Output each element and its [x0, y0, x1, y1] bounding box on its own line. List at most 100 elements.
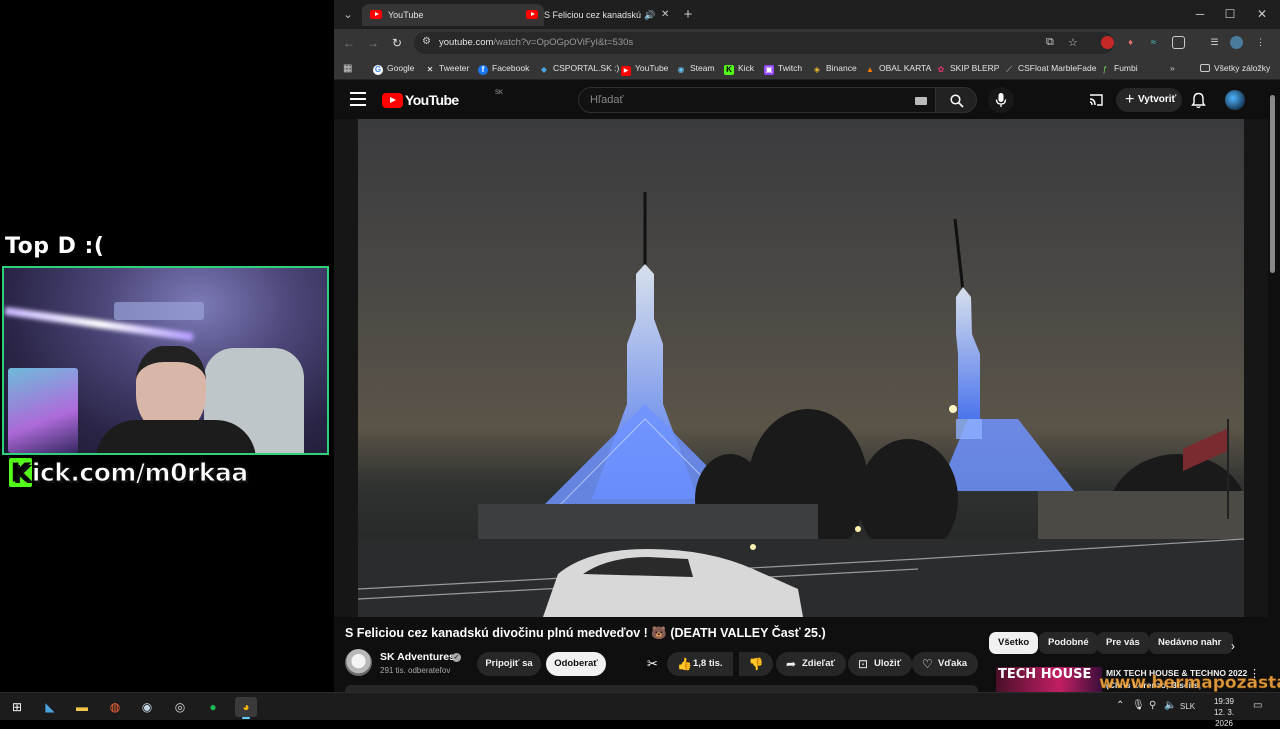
usb-tray-icon[interactable]: ⚲	[1149, 700, 1156, 711]
steam-taskbar-icon[interactable]: ◉	[136, 697, 158, 717]
bookmark-icon: ⊡	[858, 657, 869, 671]
tab-video[interactable]: S Feliciou cez kanadskú div 🔊 ✕	[518, 4, 678, 26]
search-input[interactable]: Hľadať	[578, 87, 936, 113]
kick-icon: K	[724, 65, 734, 75]
notifications-bell-icon[interactable]	[1191, 92, 1206, 114]
bookmark-steam[interactable]: ◉ Steam	[676, 61, 715, 76]
install-app-icon[interactable]: ⧉	[1046, 36, 1054, 49]
steam-icon: ◉	[677, 65, 685, 74]
bookmark-youtube[interactable]: ▶ YouTube	[621, 61, 668, 76]
windows-start-icon[interactable]: ⊞	[6, 697, 28, 717]
browser-toolbar: ← → ↻ ⚙ youtube.com/watch?v=OpOGpOViFyI&…	[334, 29, 1280, 57]
obal-icon: ▲	[866, 65, 874, 74]
save-button[interactable]: ⊡ Uložiť	[848, 652, 913, 676]
microphone-tray-icon[interactable]: 🎙	[1132, 700, 1145, 711]
bookmark-csfloat[interactable]: ⟋ CSFloat MarbleFade	[1004, 61, 1096, 76]
tab-audio-icon[interactable]: 🔊	[644, 4, 655, 26]
extensions-puzzle-icon[interactable]	[1172, 36, 1185, 49]
hamburger-menu-icon[interactable]	[350, 92, 366, 106]
tab-youtube[interactable]: YouTube ✕	[362, 4, 544, 26]
extension-teal-icon[interactable]: ≈	[1147, 36, 1160, 49]
video-title: S Feliciou cez kanadskú divočinu plnú me…	[345, 626, 826, 640]
file-explorer-icon[interactable]: ▬	[71, 697, 93, 717]
create-button[interactable]: + Vytvoriť	[1116, 88, 1182, 112]
reading-list-icon[interactable]: ☰	[1208, 36, 1221, 49]
share-button[interactable]: ➦ Zdieľať	[776, 652, 847, 676]
account-avatar[interactable]	[1225, 90, 1245, 110]
chrome-icon[interactable]: ◕	[235, 697, 257, 719]
bookmark-google[interactable]: G Google	[373, 61, 414, 76]
language-indicator[interactable]: SLK	[1180, 702, 1195, 711]
spotify-icon[interactable]: ●	[202, 697, 224, 717]
bookmark-kick[interactable]: K Kick	[724, 61, 754, 76]
browser-window: ⌄ YouTube ✕ S Feliciou cez kanadskú div …	[334, 0, 1280, 693]
chrome-alt-icon[interactable]: ◍	[104, 697, 126, 717]
app-blue-icon[interactable]: ◣	[39, 697, 61, 717]
clip-icon[interactable]: ✂	[647, 656, 658, 672]
keyboard-icon[interactable]	[915, 97, 927, 105]
bookmark-tweeter[interactable]: ✕ Tweeter	[425, 61, 470, 76]
video-frame[interactable]	[358, 119, 1244, 617]
bookmark-star-icon[interactable]: ☆	[1068, 36, 1078, 49]
channel-name[interactable]: SK Adventures	[380, 651, 455, 663]
tab-strip: ⌄ YouTube ✕ S Feliciou cez kanadskú div …	[334, 0, 1280, 29]
chip-recently-uploaded[interactable]: Nedávno nahr	[1149, 632, 1233, 654]
bookmark-fumbi[interactable]: ƒ Fumbi	[1100, 61, 1138, 76]
extension-red-icon[interactable]	[1101, 36, 1114, 49]
browser-menu-icon[interactable]: ⋮	[1254, 36, 1267, 49]
bookmark-csportal[interactable]: ◆ CSPORTAL.SK :)	[539, 61, 619, 76]
all-bookmarks-folder[interactable]: Všetky záložky	[1200, 61, 1270, 76]
channel-avatar[interactable]	[345, 649, 372, 676]
tray-overflow-chevron-icon[interactable]: ⌃	[1116, 700, 1124, 711]
extension-flame-icon[interactable]: ♦	[1124, 36, 1137, 49]
notifications-icon[interactable]: ▭	[1253, 700, 1262, 711]
reload-icon[interactable]: ↻	[388, 34, 406, 52]
scrollbar-thumb[interactable]	[1270, 95, 1275, 273]
site-info-icon[interactable]: ⚙	[422, 36, 431, 47]
system-clock[interactable]: 19:39 12. 3. 2026	[1204, 696, 1244, 729]
tab-search-chevron-icon[interactable]: ⌄	[338, 5, 358, 25]
tab-title: S Feliciou cez kanadskú div	[544, 10, 642, 20]
tab-close-icon[interactable]: ✕	[661, 4, 669, 26]
bookmark-obal-karta[interactable]: ▲ OBAL KARTA	[865, 61, 931, 76]
close-window-icon[interactable]: ✕	[1248, 4, 1276, 24]
chip-related[interactable]: Podobné	[1039, 632, 1098, 654]
cast-icon[interactable]	[1088, 93, 1104, 107]
address-bar[interactable]: ⚙ youtube.com/watch?v=OpOGpOViFyI&t=530s…	[414, 32, 1114, 54]
back-arrow-icon[interactable]: ←	[340, 34, 358, 52]
more-bookmarks-chevron-icon[interactable]: »	[1170, 61, 1175, 76]
recommendation-thumbnail[interactable]: TECH HOUSE	[996, 667, 1102, 692]
bookmark-twitch[interactable]: ▣ Twitch	[764, 61, 802, 76]
bookmark-facebook[interactable]: f Facebook	[478, 61, 529, 76]
voice-search-button[interactable]	[988, 87, 1014, 113]
profile-avatar-icon[interactable]	[1230, 36, 1243, 49]
chip-for-you[interactable]: Pre vás	[1097, 632, 1149, 654]
thanks-heart-dollar-icon: ♡	[922, 657, 933, 671]
volume-icon[interactable]: 🔈	[1164, 700, 1176, 711]
thanks-button[interactable]: ♡ Vďaka	[912, 652, 979, 676]
page-scrollbar[interactable]	[1268, 85, 1276, 691]
video-player[interactable]	[334, 119, 1268, 617]
maximize-icon[interactable]: ☐	[1216, 4, 1244, 24]
obs-icon[interactable]: ◎	[169, 697, 191, 717]
tab-title: YouTube	[388, 10, 424, 20]
chip-all[interactable]: Všetko	[989, 632, 1039, 654]
url-text[interactable]: youtube.com/watch?v=OpOGpOViFyI&t=530s	[439, 37, 633, 48]
share-arrow-icon: ➦	[786, 657, 797, 671]
minimize-icon[interactable]: ─	[1186, 4, 1214, 24]
dislike-button[interactable]: 👎	[739, 652, 773, 676]
search-button[interactable]	[935, 87, 977, 113]
chips-next-chevron-icon[interactable]: ›	[1231, 639, 1235, 653]
thumbs-down-icon: 👎	[748, 657, 764, 671]
facebook-icon: f	[478, 65, 488, 75]
new-tab-plus-icon[interactable]: +	[678, 5, 698, 25]
bookmark-skip-blerp[interactable]: ✿ SKIP BLERP	[936, 61, 1000, 76]
twitch-icon: ▣	[764, 65, 774, 75]
subscribe-button[interactable]: Odoberať	[546, 652, 606, 676]
apps-grid-icon[interactable]: ▦	[343, 61, 352, 76]
bookmark-binance[interactable]: ◈ Binance	[812, 61, 857, 76]
forward-arrow-icon[interactable]: →	[364, 34, 382, 52]
join-button[interactable]: Pripojiť sa	[477, 652, 541, 676]
like-button[interactable]: 👍 1,8 tis.	[667, 652, 733, 676]
thumbs-up-icon: 👍	[677, 657, 692, 671]
